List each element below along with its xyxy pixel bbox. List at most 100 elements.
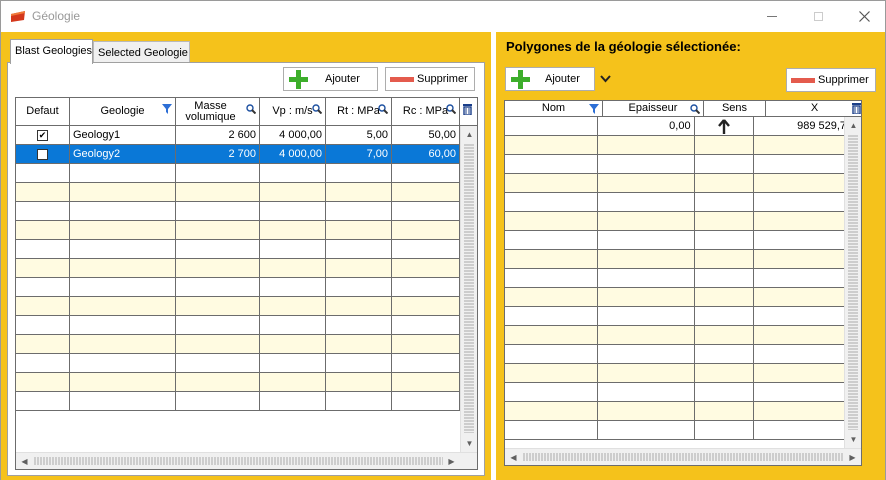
- table-cell[interactable]: [260, 221, 326, 239]
- table-cell[interactable]: [754, 383, 846, 401]
- table-cell[interactable]: [392, 335, 460, 353]
- table-cell[interactable]: [695, 250, 754, 268]
- remove-polygon-button[interactable]: Supprimer: [786, 68, 876, 92]
- table-cell[interactable]: [598, 250, 695, 268]
- table-cell[interactable]: [176, 278, 260, 296]
- table-row[interactable]: [505, 193, 846, 212]
- table-cell[interactable]: [598, 307, 695, 325]
- scroll-left-icon[interactable]: ◀: [505, 449, 522, 465]
- table-cell[interactable]: [695, 117, 754, 135]
- table-cell[interactable]: [392, 240, 460, 258]
- tab-selected-geologie[interactable]: Selected Geologie: [93, 41, 190, 63]
- table-row[interactable]: [16, 335, 460, 354]
- table-cell[interactable]: [176, 297, 260, 315]
- table-cell[interactable]: [392, 202, 460, 220]
- table-cell[interactable]: [176, 183, 260, 201]
- table-cell[interactable]: [505, 117, 599, 135]
- close-button[interactable]: [841, 1, 886, 32]
- table-cell[interactable]: [695, 288, 754, 306]
- table-row[interactable]: [16, 354, 460, 373]
- table-row[interactable]: [16, 183, 460, 202]
- table-cell[interactable]: [505, 383, 599, 401]
- table-cell[interactable]: [326, 297, 392, 315]
- table-row[interactable]: [505, 212, 846, 231]
- table-row[interactable]: [505, 269, 846, 288]
- table-cell[interactable]: [505, 155, 599, 173]
- table-cell[interactable]: [260, 240, 326, 258]
- table-cell[interactable]: [505, 364, 599, 382]
- table-row[interactable]: [505, 402, 846, 421]
- table-cell[interactable]: [754, 288, 846, 306]
- table-cell[interactable]: [176, 221, 260, 239]
- table-row[interactable]: [505, 250, 846, 269]
- column-chooser[interactable]: [460, 98, 477, 125]
- table-cell[interactable]: [505, 136, 599, 154]
- col-nom[interactable]: Nom: [505, 101, 603, 116]
- table-cell[interactable]: [598, 288, 695, 306]
- chevron-down-icon[interactable]: [600, 75, 611, 83]
- table-cell[interactable]: [505, 421, 599, 439]
- table-cell[interactable]: [695, 364, 754, 382]
- vscroll-track[interactable]: [464, 143, 474, 433]
- table-cell[interactable]: [392, 278, 460, 296]
- geology-grid-vscroll[interactable]: ▲ ▼: [460, 126, 477, 452]
- table-cell[interactable]: [260, 335, 326, 353]
- table-cell[interactable]: [505, 250, 599, 268]
- table-row[interactable]: [505, 383, 846, 402]
- table-cell[interactable]: [392, 392, 460, 410]
- table-cell[interactable]: [70, 202, 176, 220]
- search-icon[interactable]: [312, 104, 322, 114]
- scroll-right-icon[interactable]: ▶: [443, 453, 460, 469]
- table-cell[interactable]: [754, 326, 846, 344]
- search-icon[interactable]: [446, 104, 456, 114]
- table-cell[interactable]: [70, 164, 176, 182]
- col-vp[interactable]: Vp : m/s: [260, 98, 326, 125]
- minimize-button[interactable]: [749, 1, 795, 32]
- scroll-down-icon[interactable]: ▼: [845, 431, 861, 448]
- table-cell[interactable]: [176, 240, 260, 258]
- table-cell[interactable]: [260, 392, 326, 410]
- default-cell[interactable]: [16, 316, 70, 334]
- table-cell[interactable]: [176, 354, 260, 372]
- table-row[interactable]: [505, 288, 846, 307]
- table-cell[interactable]: 7,00: [326, 145, 392, 163]
- search-icon[interactable]: [378, 104, 388, 114]
- table-row[interactable]: [505, 136, 846, 155]
- table-row[interactable]: [505, 364, 846, 383]
- table-cell[interactable]: [505, 212, 599, 230]
- table-row[interactable]: [505, 155, 846, 174]
- table-row[interactable]: [505, 345, 846, 364]
- table-row[interactable]: [16, 373, 460, 392]
- table-cell[interactable]: [754, 250, 846, 268]
- default-cell[interactable]: [16, 373, 70, 391]
- table-cell[interactable]: [695, 231, 754, 249]
- table-cell[interactable]: [326, 259, 392, 277]
- table-cell[interactable]: [598, 212, 695, 230]
- table-cell[interactable]: [505, 307, 599, 325]
- table-cell[interactable]: [695, 193, 754, 211]
- hscroll-track[interactable]: [33, 457, 443, 465]
- table-cell[interactable]: [505, 231, 599, 249]
- table-cell[interactable]: [598, 231, 695, 249]
- table-cell[interactable]: [326, 183, 392, 201]
- table-cell[interactable]: [754, 174, 846, 192]
- table-row[interactable]: [505, 174, 846, 193]
- table-cell[interactable]: [392, 183, 460, 201]
- table-cell[interactable]: [598, 174, 695, 192]
- table-cell[interactable]: [260, 164, 326, 182]
- default-checkbox[interactable]: [37, 148, 48, 160]
- default-cell[interactable]: [16, 221, 70, 239]
- table-cell[interactable]: [505, 288, 599, 306]
- default-cell[interactable]: [16, 354, 70, 372]
- table-cell[interactable]: [70, 373, 176, 391]
- table-cell[interactable]: [505, 174, 599, 192]
- table-cell[interactable]: 2 600: [176, 126, 260, 144]
- col-x[interactable]: X: [766, 101, 861, 116]
- maximize-button[interactable]: [795, 1, 841, 32]
- table-cell[interactable]: [70, 240, 176, 258]
- trash-icon[interactable]: [852, 103, 861, 114]
- table-cell[interactable]: [695, 155, 754, 173]
- table-cell[interactable]: [754, 345, 846, 363]
- table-cell[interactable]: [695, 345, 754, 363]
- polygon-grid-hscroll[interactable]: ◀ ▶: [505, 448, 861, 465]
